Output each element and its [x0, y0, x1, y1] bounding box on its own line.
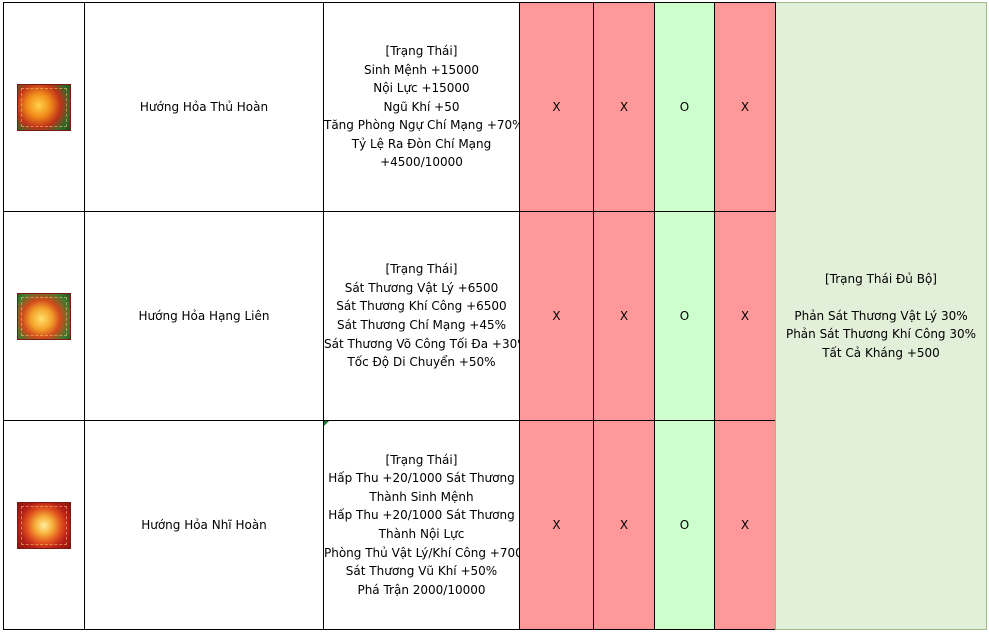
- item-set-table: Hướng Hỏa Thủ Hoàn [Trạng Thái] Sinh Mện…: [3, 2, 987, 630]
- mark-cell[interactable]: X: [593, 2, 655, 212]
- stat-line: Thành Nội Lực: [378, 527, 465, 541]
- table-row: Hướng Hỏa Thủ Hoàn [Trạng Thái] Sinh Mện…: [3, 2, 987, 630]
- stat-line: Thành Sinh Mệnh: [369, 489, 474, 504]
- mark-cell[interactable]: X: [519, 420, 594, 630]
- stat-line: [Trạng Thái]: [385, 262, 458, 277]
- stat-line: Tăng Phòng Ngự Chí Mạng +70%: [324, 118, 520, 133]
- stat-line: Tỷ Lệ Ra Đòn Chí Mạng: [351, 136, 492, 151]
- item-stats-cell[interactable]: [Trạng Thái] Hấp Thu +20/1000 Sát Thương…: [323, 420, 520, 630]
- set-bonus-spacer: [777, 288, 986, 307]
- mark-cell[interactable]: O: [654, 211, 715, 421]
- set-bonus-line: Phản Sát Thương Vật Lý 30%: [794, 308, 968, 323]
- set-bonus-line: Tất Cả Kháng +500: [822, 345, 940, 360]
- stat-line: Tốc Độ Di Chuyển +50%: [347, 355, 496, 370]
- gloves-icon: [17, 83, 71, 131]
- mark-cell[interactable]: X: [519, 2, 594, 212]
- item-name-cell[interactable]: Hướng Hỏa Hạng Liên: [84, 211, 324, 421]
- item-stats-cell[interactable]: [Trạng Thái] Sát Thương Vật Lý +6500 Sát…: [323, 211, 520, 421]
- mark-cell[interactable]: X: [714, 420, 776, 630]
- stat-line: Sát Thương Vũ Khí +50%: [345, 564, 498, 579]
- set-bonus-cell[interactable]: [Trạng Thái Đủ Bộ] Phản Sát Thương Vật L…: [775, 2, 987, 630]
- earring-icon: [17, 501, 71, 549]
- item-icon-cell[interactable]: [3, 2, 85, 212]
- item-name: Hướng Hỏa Nhĩ Hoàn: [141, 517, 267, 532]
- mark-cell[interactable]: O: [654, 2, 715, 212]
- stat-line: Sát Thương Chí Mạng +45%: [336, 318, 506, 332]
- stat-line: Sát Thương Khí Công +6500: [336, 299, 507, 314]
- stat-line: Sinh Mệnh +15000: [364, 62, 479, 77]
- stat-line: Nội Lực +15000: [373, 81, 470, 96]
- item-stats-cell[interactable]: [Trạng Thái] Sinh Mệnh +15000 Nội Lực +1…: [323, 2, 520, 212]
- stat-line: Sát Thương Vật Lý +6500: [344, 280, 499, 295]
- comment-marker-icon: [324, 421, 329, 426]
- stat-line: Sát Thương Võ Công Tối Đa +30%: [324, 336, 520, 351]
- set-bonus-title: [Trạng Thái Đủ Bộ]: [825, 271, 937, 286]
- item-icon-cell[interactable]: [3, 420, 85, 630]
- item-name-cell[interactable]: Hướng Hỏa Thủ Hoàn: [84, 2, 324, 212]
- stat-line: [Trạng Thái]: [385, 452, 458, 467]
- set-bonus-line: Phản Sát Thương Khí Công 30%: [785, 327, 977, 342]
- stat-line: Phòng Thủ Vật Lý/Khí Công +7000: [324, 545, 520, 560]
- stat-line: Ngũ Khí +50: [383, 99, 460, 114]
- item-name: Hướng Hỏa Thủ Hoàn: [139, 99, 269, 114]
- item-name-cell[interactable]: Hướng Hỏa Nhĩ Hoàn: [84, 420, 324, 630]
- stat-line: Hấp Thu +20/1000 Sát Thương: [328, 471, 515, 486]
- item-icon-cell[interactable]: [3, 211, 85, 421]
- stat-line: Hấp Thu +20/1000 Sát Thương: [328, 508, 515, 523]
- stat-line: Phá Trận 2000/10000: [357, 582, 486, 597]
- mark-cell[interactable]: X: [519, 211, 594, 421]
- item-name: Hướng Hỏa Hạng Liên: [138, 308, 270, 323]
- mark-cell[interactable]: X: [714, 211, 776, 421]
- necklace-icon: [17, 292, 71, 340]
- mark-cell[interactable]: X: [593, 211, 655, 421]
- mark-cell[interactable]: X: [593, 420, 655, 630]
- stat-line: [Trạng Thái]: [385, 43, 458, 58]
- mark-cell[interactable]: O: [654, 420, 715, 630]
- mark-cell[interactable]: X: [714, 2, 776, 212]
- stat-line: +4500/10000: [380, 155, 463, 170]
